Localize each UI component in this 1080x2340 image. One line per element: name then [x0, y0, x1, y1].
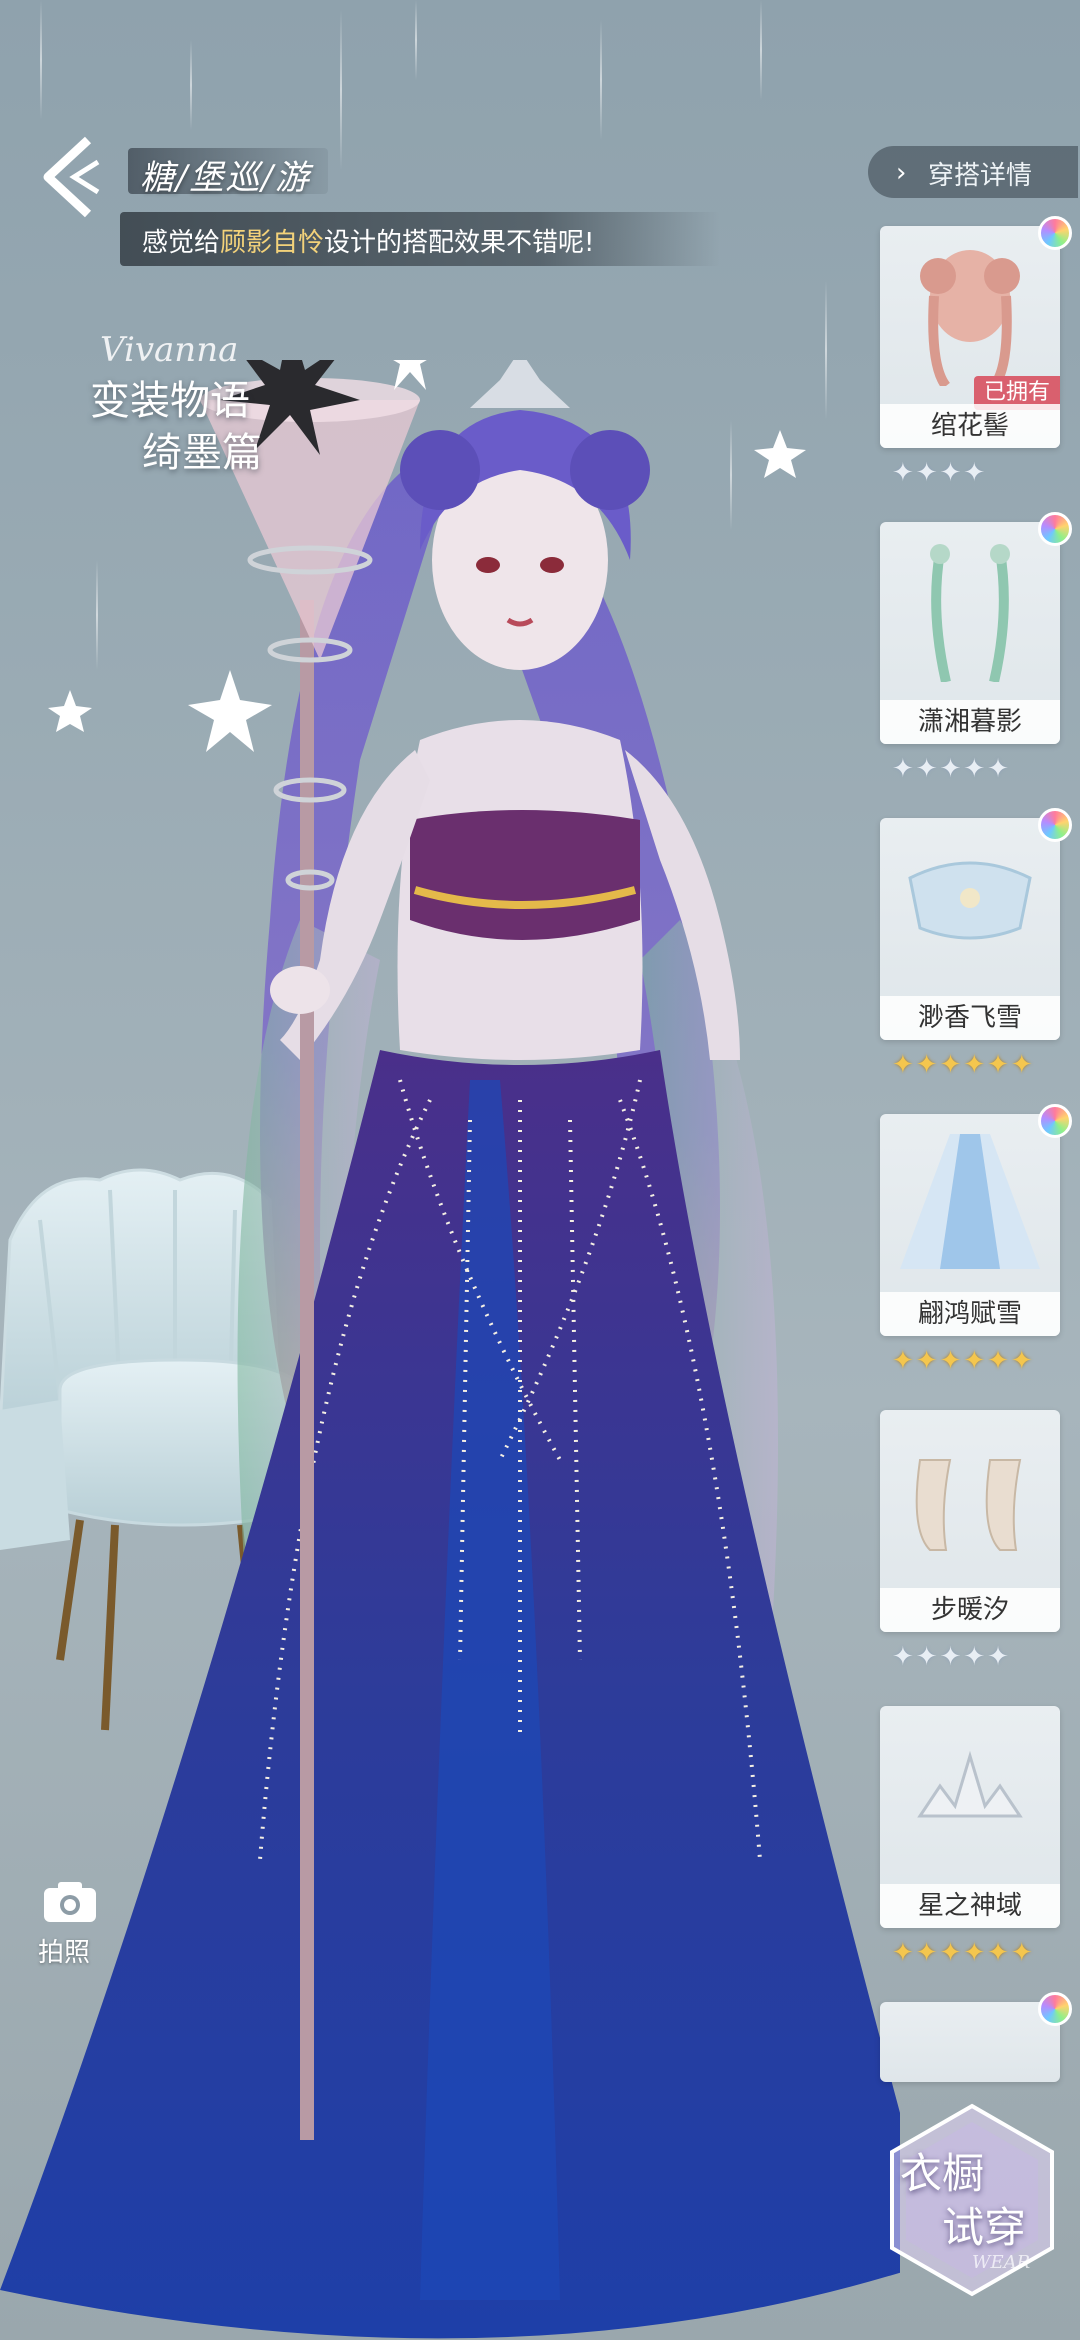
- hairstyle-thumbnail: [920, 250, 1020, 386]
- message-suffix: 设计的搭配效果不错呢!: [324, 228, 595, 258]
- event-logo-signature: Vivanna: [100, 330, 239, 370]
- item-name: 潇湘暮影: [880, 700, 1060, 744]
- chevron-right-icon: ›: [896, 158, 907, 188]
- item-card[interactable]: 步暖汐: [880, 1410, 1060, 1632]
- dye-color-icon[interactable]: [1038, 512, 1072, 546]
- rarity-stars: ✦✦✦✦✦✦: [892, 1938, 1035, 1968]
- shoes-thumbnail: [915, 1459, 1022, 1551]
- item-card[interactable]: [880, 2002, 1060, 2082]
- dye-color-icon[interactable]: [1038, 1992, 1072, 2026]
- dye-color-icon[interactable]: [1038, 808, 1072, 842]
- crown-thumbnail: [917, 1750, 1023, 1818]
- back-button[interactable]: [36, 132, 106, 222]
- rarity-stars: ✦✦✦✦: [892, 458, 988, 488]
- dye-color-icon[interactable]: [1038, 1104, 1072, 1138]
- top-garment-thumbnail: [908, 861, 1032, 940]
- item-name: 翩鸿赋雪: [880, 1292, 1060, 1336]
- dress-thumbnail: [900, 1134, 1040, 1269]
- event-logo-line2: 绮墨篇: [142, 430, 262, 476]
- rarity-stars: ✦✦✦✦✦✦: [892, 1346, 1035, 1376]
- event-logo: Vivanna 变装物语 绮墨篇: [80, 330, 300, 490]
- item-card[interactable]: 渺香飞雪: [880, 818, 1060, 1040]
- message-prefix: 感觉给: [142, 228, 221, 258]
- wardrobe-sub-label: WEAR: [972, 2252, 1031, 2273]
- item-card[interactable]: 已拥有 绾花髻: [880, 226, 1060, 448]
- wardrobe-label-line2: 试穿: [942, 2203, 1027, 2252]
- event-logo-line1: 变装物语: [90, 378, 250, 424]
- item-card[interactable]: 翩鸿赋雪: [880, 1114, 1060, 1336]
- item-name: 星之神域: [880, 1884, 1060, 1928]
- item-name: 渺香飞雪: [880, 996, 1060, 1040]
- wardrobe-try-on-button[interactable]: 衣橱 试穿 WEAR: [882, 2100, 1062, 2300]
- wardrobe-label-line1: 衣橱: [900, 2149, 985, 2198]
- ribbon-accessory-thumbnail: [930, 544, 1010, 682]
- rarity-stars: ✦✦✦✦✦✦: [892, 1050, 1035, 1080]
- item-name: 绾花髻: [880, 404, 1060, 448]
- item-card[interactable]: 星之神域: [880, 1706, 1060, 1928]
- designer-name[interactable]: 顾影自怜: [220, 228, 324, 258]
- rarity-stars: ✦✦✦✦✦: [892, 754, 1011, 784]
- rarity-stars: ✦✦✦✦✦: [892, 1642, 1011, 1672]
- item-card[interactable]: 潇湘暮影: [880, 522, 1060, 744]
- design-message: 感觉给顾影自怜设计的搭配效果不错呢!: [142, 222, 594, 259]
- player-name-title: 糖/堡巡/游: [140, 158, 311, 198]
- camera-label: 拍照: [38, 1938, 91, 1968]
- chevron-left-icon: [43, 136, 100, 218]
- item-name: 步暖汐: [880, 1588, 1060, 1632]
- camera-icon: [44, 1882, 96, 1922]
- dye-color-icon[interactable]: [1038, 216, 1072, 250]
- outfit-details-label: 穿搭详情: [928, 161, 1033, 191]
- character-model: [0, 360, 900, 2339]
